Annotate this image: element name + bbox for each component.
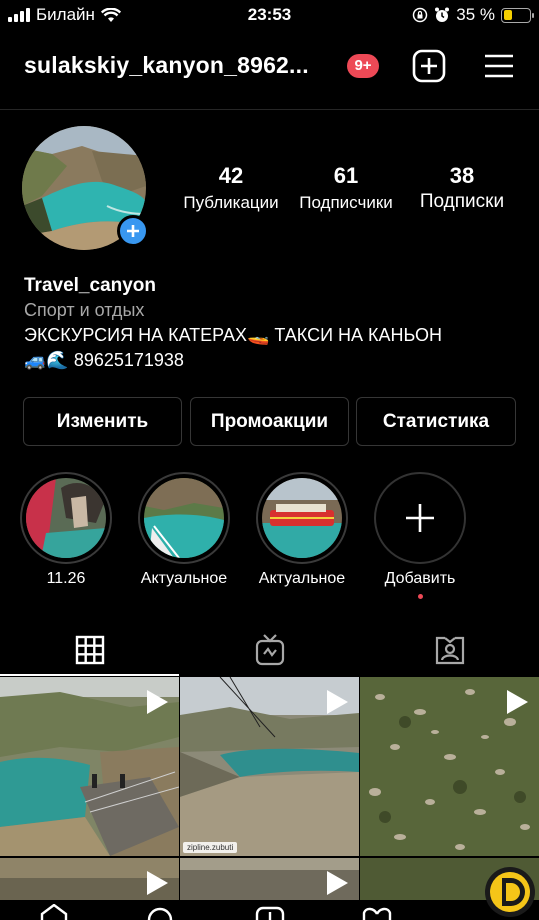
new-post-button[interactable] <box>411 48 447 84</box>
add-story-button[interactable] <box>117 215 149 247</box>
highlight-label: 11.26 <box>46 570 86 587</box>
rotation-lock-icon <box>413 7 428 23</box>
video-icon <box>507 690 528 714</box>
video-icon <box>327 871 348 895</box>
active-tab-indicator <box>0 674 179 676</box>
posts-count: 42 <box>218 163 244 188</box>
posts-stat[interactable]: 42 Публикации <box>178 163 284 213</box>
app-overlay-logo <box>484 866 536 918</box>
bio-line-1: ЭКСКУРСИЯ НА КАТЕРАХ🚤 ТАКСИ НА КАНЬОН <box>24 325 442 345</box>
profile-name: Travel_canyon <box>24 275 157 296</box>
notification-badge[interactable]: 9+ <box>347 54 379 78</box>
plus-icon <box>127 225 139 237</box>
logo-icon <box>485 867 535 917</box>
activity-icon[interactable] <box>362 906 392 920</box>
username[interactable]: sulakskiy_kanyon_8962... <box>24 52 309 79</box>
followers-label: Подписчики <box>299 193 393 212</box>
bio-line-2[interactable]: 🚙🌊 89625171938 <box>24 348 524 373</box>
profile-avatar[interactable] <box>22 126 149 250</box>
tagged-icon <box>435 636 464 665</box>
highlight-item[interactable]: Актуальное <box>256 472 348 588</box>
post-watermark: zipline.zubuti <box>183 842 238 853</box>
highlight-item[interactable]: Актуальное <box>138 472 230 588</box>
grid-post[interactable] <box>180 858 359 900</box>
highlight-cover <box>262 478 342 558</box>
header-divider <box>0 109 539 110</box>
video-icon <box>327 690 348 714</box>
profile-tabs <box>0 624 539 676</box>
tab-grid[interactable] <box>0 624 179 676</box>
profile-bio: Travel_canyon Спорт и отдых ЭКСКУРСИЯ НА… <box>24 273 524 373</box>
following-count: 38 <box>449 163 475 188</box>
edit-profile-button[interactable]: Изменить <box>23 397 182 446</box>
add-highlight-button[interactable]: Добавить <box>374 472 466 588</box>
highlight-label: Добавить <box>384 570 456 587</box>
menu-icon <box>485 54 513 78</box>
new-post-nav-icon[interactable] <box>255 906 285 920</box>
battery-icon <box>501 7 534 23</box>
tab-tagged[interactable] <box>360 624 539 676</box>
profile-category: Спорт и отдых <box>24 300 145 320</box>
insights-button[interactable]: Статистика <box>356 397 516 446</box>
highlight-label: Актуальное <box>140 570 228 587</box>
igtv-icon <box>255 634 284 666</box>
grid-post[interactable] <box>360 677 539 856</box>
highlight-label: Актуальное <box>258 570 346 587</box>
video-icon <box>147 690 168 714</box>
home-icon[interactable] <box>40 904 68 920</box>
new-post-icon <box>412 49 446 83</box>
highlight-item[interactable]: 11.26 <box>20 472 112 588</box>
battery-percent: 35 % <box>456 5 495 24</box>
followers-stat[interactable]: 61 Подписчики <box>293 163 399 213</box>
posts-label: Публикации <box>183 193 279 212</box>
promotions-button[interactable]: Промоакции <box>190 397 349 446</box>
grid-post[interactable] <box>0 677 179 856</box>
following-stat[interactable]: 38 Подписки <box>410 163 514 213</box>
status-bar: Билайн 23:53 35 % <box>0 0 539 32</box>
video-icon <box>147 871 168 895</box>
bottom-navigation <box>0 900 539 920</box>
following-label: Подписки <box>419 191 505 212</box>
grid-icon <box>75 635 104 665</box>
highlight-cover <box>144 478 224 558</box>
new-indicator-dot <box>418 594 423 599</box>
profile-header: sulakskiy_kanyon_8962... 9+ <box>0 42 539 90</box>
tab-igtv[interactable] <box>180 624 359 676</box>
alarm-icon <box>435 7 450 22</box>
grid-post[interactable] <box>0 858 179 900</box>
menu-button[interactable] <box>481 48 517 84</box>
followers-count: 61 <box>333 163 359 188</box>
highlight-cover <box>26 478 106 558</box>
plus-icon <box>406 504 434 532</box>
grid-post[interactable]: zipline.zubuti <box>180 677 359 856</box>
search-icon[interactable] <box>147 906 173 920</box>
